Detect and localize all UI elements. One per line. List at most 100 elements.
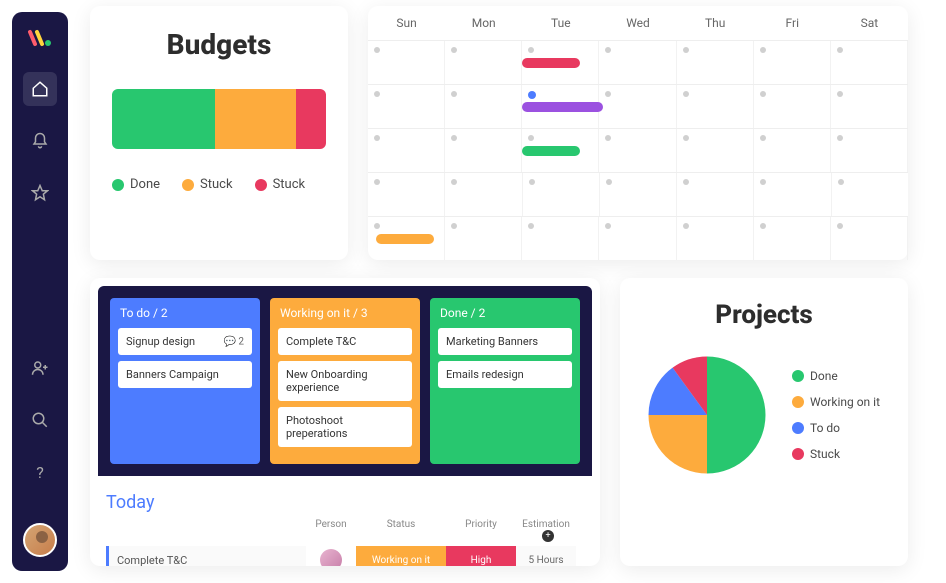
task-name-cell[interactable]: Complete T&C — [106, 546, 306, 566]
calendar-day-label: Mon — [445, 6, 522, 40]
calendar-cell[interactable] — [831, 129, 908, 172]
task-priority-cell[interactable]: High — [446, 546, 516, 566]
calendar-cell[interactable] — [368, 173, 445, 216]
calendar-dot-icon — [374, 179, 380, 185]
calendar-grid[interactable] — [368, 40, 908, 260]
kanban-column[interactable]: Working on it / 3Complete T&CNew Onboard… — [270, 298, 420, 464]
legend-item: Done — [112, 177, 160, 192]
kanban-card[interactable]: Banners Campaign — [118, 361, 252, 388]
budgets-bar-chart — [112, 89, 326, 149]
calendar-cell[interactable] — [599, 217, 676, 260]
search-icon[interactable] — [23, 403, 57, 437]
calendar-dot-icon — [529, 179, 535, 185]
calendar-cell[interactable] — [754, 129, 831, 172]
calendar-cell[interactable] — [831, 217, 908, 260]
calendar-cell[interactable] — [831, 41, 908, 84]
calendar-cell[interactable] — [445, 129, 522, 172]
task-status-cell[interactable]: Working on it — [356, 546, 446, 566]
budget-segment-stuck-2 — [296, 89, 326, 149]
calendar-dot-icon — [760, 223, 766, 229]
calendar-day-label: Sat — [831, 6, 908, 40]
calendar-cell[interactable] — [445, 85, 522, 128]
calendar-dot-icon — [605, 47, 611, 53]
calendar-row — [368, 172, 908, 216]
kanban-card[interactable]: Emails redesign — [438, 361, 572, 388]
budgets-widget: Budgets Done Stuck Stuck — [90, 6, 348, 260]
user-avatar[interactable] — [23, 523, 57, 557]
calendar-cell[interactable] — [599, 41, 676, 84]
legend-item: Working on it — [792, 395, 880, 409]
app-logo[interactable] — [27, 26, 53, 56]
pie-slice — [649, 415, 708, 474]
calendar-cell[interactable] — [832, 173, 908, 216]
calendar-cell[interactable] — [368, 41, 445, 84]
calendar-dot-icon — [760, 179, 766, 185]
calendar-cell[interactable] — [445, 173, 522, 216]
legend-item: Stuck — [255, 177, 306, 192]
add-user-icon[interactable] — [23, 351, 57, 385]
calendar-event[interactable] — [522, 102, 603, 112]
home-icon[interactable] — [23, 72, 57, 106]
kanban-column[interactable]: To do / 2Signup design💬 2Banners Campaig… — [110, 298, 260, 464]
calendar-cell[interactable] — [599, 129, 676, 172]
calendar-cell[interactable] — [754, 85, 831, 128]
calendar-cell[interactable] — [677, 173, 754, 216]
budget-segment-stuck-1 — [215, 89, 296, 149]
calendar-cell[interactable] — [445, 217, 522, 260]
kanban-card[interactable]: Marketing Banners — [438, 328, 572, 355]
calendar-event[interactable] — [376, 234, 434, 244]
kanban-widget: To do / 2Signup design💬 2Banners Campaig… — [90, 278, 600, 566]
calendar-dot-icon — [683, 135, 689, 141]
calendar-cell[interactable] — [523, 173, 600, 216]
calendar-cell[interactable] — [368, 85, 445, 128]
legend-dot-icon — [792, 422, 804, 434]
legend-label: Done — [810, 369, 838, 383]
calendar-dot-icon — [837, 91, 843, 97]
calendar-cell[interactable] — [522, 217, 599, 260]
calendar-cell[interactable] — [754, 41, 831, 84]
legend-label: Stuck — [200, 177, 233, 192]
projects-title: Projects — [642, 300, 886, 330]
calendar-cell[interactable] — [831, 85, 908, 128]
projects-pie-chart — [642, 350, 772, 480]
bell-icon[interactable] — [23, 124, 57, 158]
star-icon[interactable] — [23, 176, 57, 210]
task-estimation-cell[interactable]: 5 Hours — [516, 546, 576, 566]
legend-dot-icon — [792, 448, 804, 460]
calendar-cell[interactable] — [677, 217, 754, 260]
calendar-cell[interactable] — [445, 41, 522, 84]
calendar-dot-icon — [528, 91, 536, 99]
legend-label: Stuck — [273, 177, 306, 192]
add-column-icon[interactable]: + — [542, 530, 554, 542]
today-task-row[interactable]: Complete T&C Working on it High 5 Hours — [106, 546, 584, 566]
task-person-cell[interactable] — [306, 549, 356, 566]
calendar-dot-icon — [837, 135, 843, 141]
kanban-card[interactable]: New Onboarding experience — [278, 361, 412, 401]
calendar-event[interactable] — [522, 146, 580, 156]
kanban-card[interactable]: Signup design💬 2 — [118, 328, 252, 355]
kanban-card[interactable]: Photoshoot preperations — [278, 407, 412, 447]
calendar-dot-icon — [838, 179, 844, 185]
calendar-cell[interactable] — [677, 129, 754, 172]
calendar-cell[interactable] — [599, 85, 676, 128]
calendar-cell[interactable] — [600, 173, 677, 216]
kanban-column[interactable]: Done / 2Marketing BannersEmails redesign — [430, 298, 580, 464]
calendar-dot-icon — [760, 91, 766, 97]
column-header: Person — [306, 519, 356, 542]
kanban-card[interactable]: Complete T&C — [278, 328, 412, 355]
calendar-cell[interactable] — [754, 217, 831, 260]
calendar-dot-icon — [606, 179, 612, 185]
help-icon[interactable]: ? — [23, 455, 57, 489]
calendar-cell[interactable] — [754, 173, 831, 216]
column-header: Status — [356, 519, 446, 542]
calendar-dot-icon — [528, 135, 534, 141]
column-header: Priority — [446, 519, 516, 542]
calendar-cell[interactable] — [677, 85, 754, 128]
calendar-day-label: Sun — [368, 6, 445, 40]
today-section: Today Person Status Priority Estimation+… — [90, 484, 600, 566]
calendar-cell[interactable] — [677, 41, 754, 84]
dashboard: Budgets Done Stuck Stuck Sun Mon Tue Wed… — [68, 0, 946, 583]
calendar-event[interactable] — [522, 58, 580, 68]
calendar-row — [368, 128, 908, 172]
calendar-cell[interactable] — [368, 129, 445, 172]
